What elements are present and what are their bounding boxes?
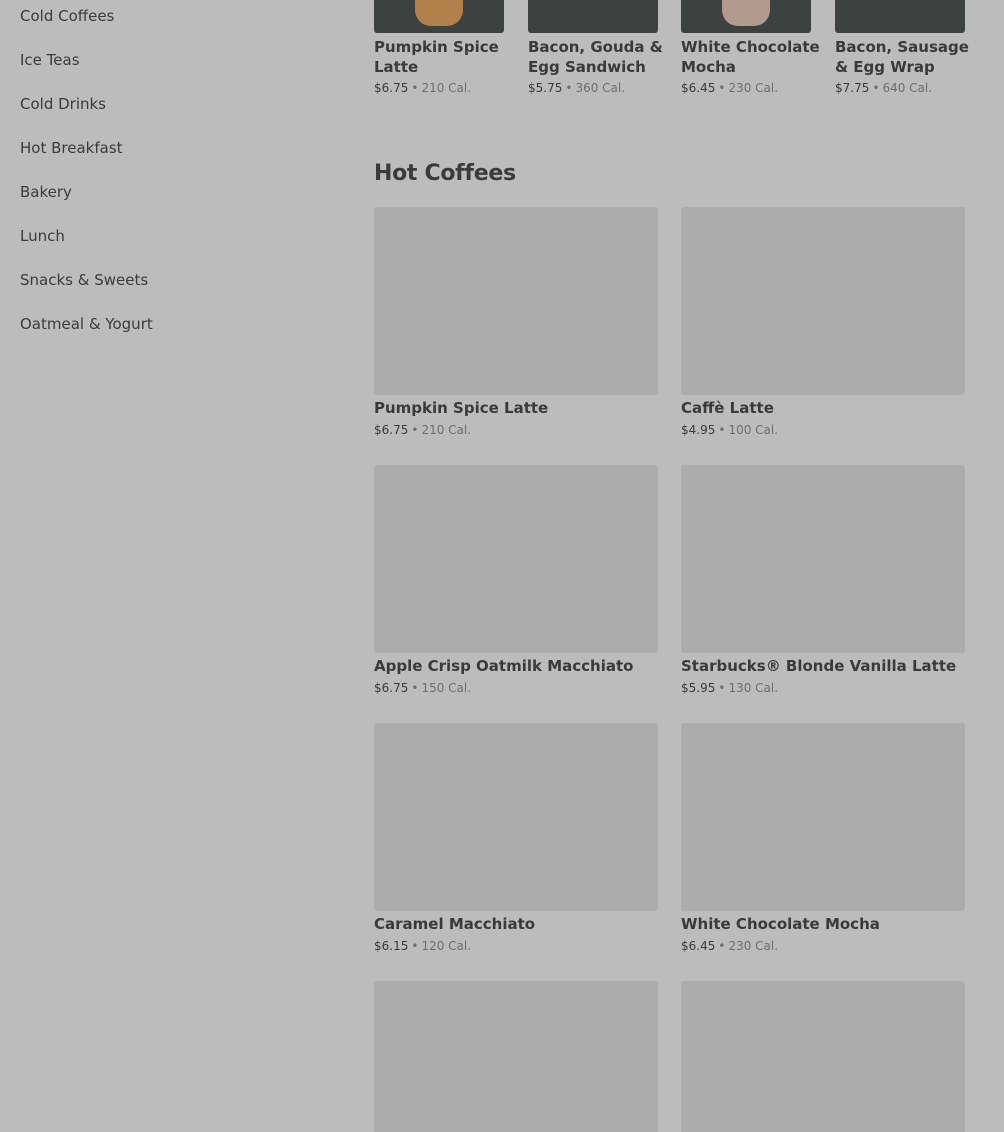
product-price: $4.95 xyxy=(681,423,716,437)
meta-separator: • xyxy=(718,939,726,953)
product-calories: 640 Cal. xyxy=(882,81,933,95)
product-name: Pumpkin Spice Latte xyxy=(374,399,549,417)
product-image xyxy=(681,207,965,395)
featured-product-meta: $6.45 • 230 Cal. xyxy=(681,80,778,96)
product-card[interactable] xyxy=(374,981,658,1132)
product-image xyxy=(374,723,658,911)
product-calories: 210 Cal. xyxy=(421,423,472,437)
product-name: Caffè Latte xyxy=(681,399,774,417)
product-name: Caramel Macchiato xyxy=(374,915,536,933)
product-calories: 120 Cal. xyxy=(421,939,472,953)
meta-separator: • xyxy=(411,681,419,695)
featured-product-name: Pumpkin Spice Latte xyxy=(374,38,499,76)
product-calories: 230 Cal. xyxy=(728,81,779,95)
product-calories: 360 Cal. xyxy=(575,81,626,95)
meta-separator: • xyxy=(718,81,726,95)
product-price: $6.45 xyxy=(681,81,716,95)
meta-separator: • xyxy=(718,681,726,695)
mocha-cup-image xyxy=(722,0,770,26)
sidebar-item-cold-coffees[interactable]: Cold Coffees xyxy=(20,6,114,26)
featured-product-name: White Chocolate Mocha xyxy=(681,38,820,76)
featured-product-image xyxy=(835,0,965,33)
sidebar-item-cold-drinks[interactable]: Cold Drinks xyxy=(20,94,106,114)
product-calories: 130 Cal. xyxy=(728,681,779,695)
meta-separator: • xyxy=(565,81,573,95)
meta-separator: • xyxy=(411,939,419,953)
menu-sidebar: Cold Coffees Ice Teas Cold Drinks Hot Br… xyxy=(0,0,330,1132)
product-meta: $6.45 • 230 Cal. xyxy=(681,938,778,954)
latte-cup-image xyxy=(415,0,463,26)
product-price: $6.75 xyxy=(374,81,409,95)
featured-product-image xyxy=(528,0,658,33)
featured-product-image xyxy=(374,0,504,33)
product-calories: 230 Cal. xyxy=(728,939,779,953)
featured-product-meta: $6.75 • 210 Cal. xyxy=(374,80,471,96)
product-price: $7.75 xyxy=(835,81,870,95)
featured-product-name: Bacon, Gouda & Egg Sandwich xyxy=(528,38,663,76)
sidebar-item-oatmeal-yogurt[interactable]: Oatmeal & Yogurt xyxy=(20,314,153,334)
sidebar-item-hot-breakfast[interactable]: Hot Breakfast xyxy=(20,138,123,158)
featured-product-image xyxy=(681,0,811,33)
product-name: Apple Crisp Oatmilk Macchiato xyxy=(374,657,634,675)
product-calories: 150 Cal. xyxy=(421,681,472,695)
product-price: $5.95 xyxy=(681,681,716,695)
product-image xyxy=(374,981,658,1132)
product-price: $6.75 xyxy=(374,423,409,437)
sidebar-item-bakery[interactable]: Bakery xyxy=(20,182,72,202)
sidebar-item-snacks-sweets[interactable]: Snacks & Sweets xyxy=(20,270,148,290)
product-meta: $6.15 • 120 Cal. xyxy=(374,938,471,954)
product-price: $6.75 xyxy=(374,681,409,695)
product-image xyxy=(681,723,965,911)
featured-product-name: Bacon, Sausage & Egg Wrap xyxy=(835,38,969,76)
section-title: Hot Coffees xyxy=(374,161,516,186)
product-meta: $6.75 • 210 Cal. xyxy=(374,422,471,438)
product-image xyxy=(374,465,658,653)
featured-product-meta: $5.75 • 360 Cal. xyxy=(528,80,625,96)
product-calories: 100 Cal. xyxy=(728,423,779,437)
product-image xyxy=(681,465,965,653)
product-name: Starbucks® Blonde Vanilla Latte xyxy=(681,657,957,675)
product-name: White Chocolate Mocha xyxy=(681,915,880,933)
product-price: $6.15 xyxy=(374,939,409,953)
product-price: $5.75 xyxy=(528,81,563,95)
product-card[interactable] xyxy=(681,981,965,1132)
product-meta: $5.95 • 130 Cal. xyxy=(681,680,778,696)
menu-page: Cold Coffees Ice Teas Cold Drinks Hot Br… xyxy=(0,0,1004,1132)
meta-separator: • xyxy=(872,81,880,95)
product-image xyxy=(681,981,965,1132)
product-meta: $6.75 • 150 Cal. xyxy=(374,680,471,696)
meta-separator: • xyxy=(718,423,726,437)
product-image xyxy=(374,207,658,395)
meta-separator: • xyxy=(411,423,419,437)
sidebar-item-ice-teas[interactable]: Ice Teas xyxy=(20,50,80,70)
meta-separator: • xyxy=(411,81,419,95)
product-price: $6.45 xyxy=(681,939,716,953)
featured-product-meta: $7.75 • 640 Cal. xyxy=(835,80,932,96)
product-meta: $4.95 • 100 Cal. xyxy=(681,422,778,438)
product-calories: 210 Cal. xyxy=(421,81,472,95)
sidebar-item-lunch[interactable]: Lunch xyxy=(20,226,65,246)
